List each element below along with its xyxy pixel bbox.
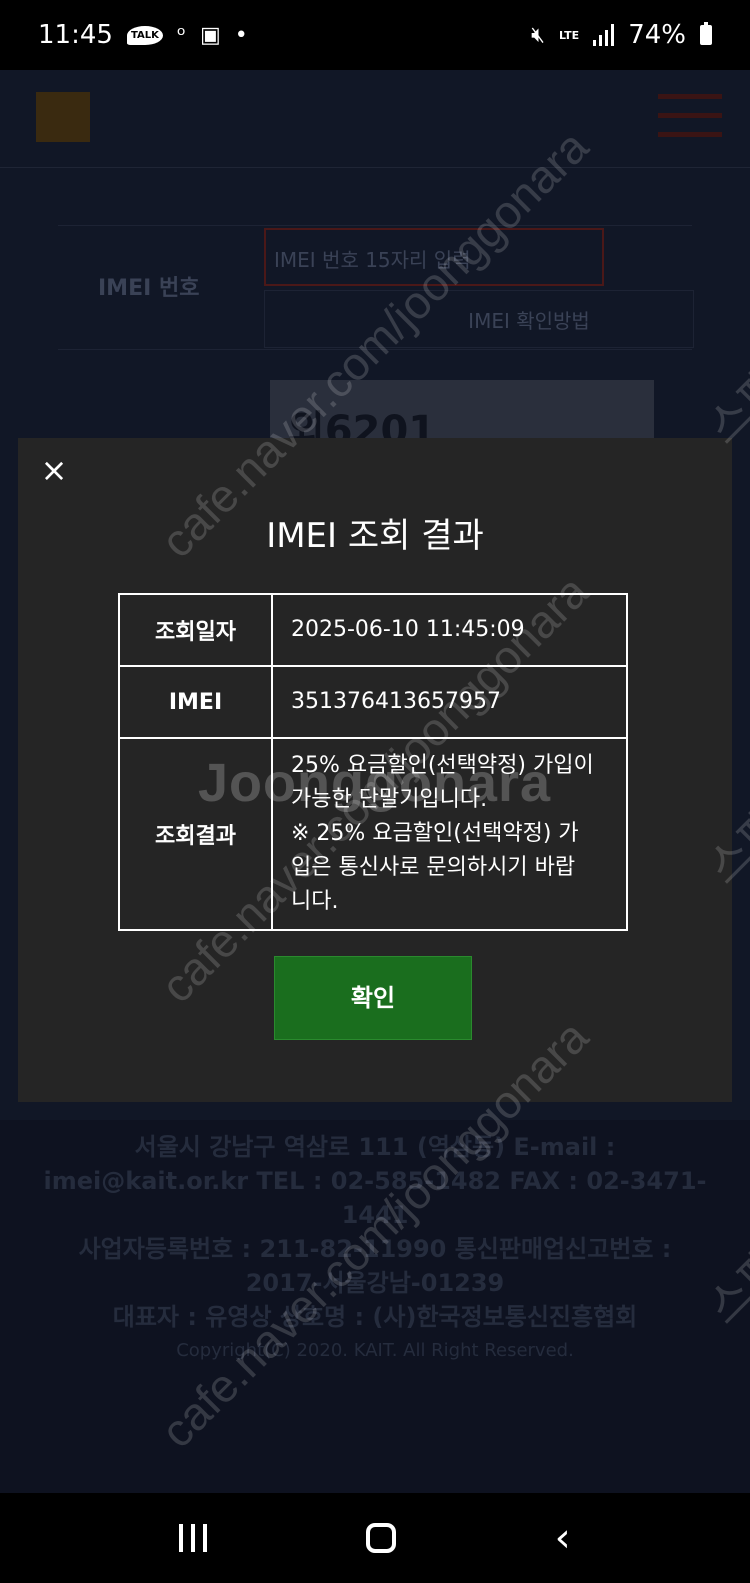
modal-title: IMEI 조회 결과	[266, 516, 484, 556]
status-right: 🔇︎ LTE 74%	[531, 20, 712, 50]
footer-contact: imei@kait.or.kr TEL : 02-585-1482 FAX : …	[43, 1167, 707, 1195]
row-key: 조회일자	[118, 593, 273, 667]
site-logo-icon	[36, 92, 90, 142]
back-icon[interactable]: ‹	[555, 1518, 571, 1558]
result-line: 입은 통신사로 문의하시기 바랍	[291, 855, 576, 880]
battery-percent: 74%	[628, 20, 686, 50]
footer-business-no: 사업자등록번호 : 211-82-11990 통신판매업신고번호 :	[78, 1235, 672, 1263]
imei-input: IMEI 번호 15자리 입력	[264, 228, 604, 286]
result-line: ※ 25% 요금할인(선택약정) 가	[291, 821, 579, 846]
result-line: 가능한 단말기입니다.	[291, 787, 488, 812]
imei-form-row: IMEI 번호 IMEI 번호 15자리 입력 IMEI 확인방법	[58, 225, 694, 350]
mute-icon: 🔇︎	[531, 22, 545, 48]
row-key: IMEI	[118, 665, 273, 739]
footer-copyright: Copyright(C) 2020. KAIT. All Right Reser…	[176, 1340, 574, 1361]
signal-icon	[593, 24, 615, 46]
result-line: 25% 요금할인(선택약정) 가입이	[291, 753, 594, 778]
imei-label: IMEI 번호	[98, 276, 200, 301]
close-icon[interactable]: ×	[36, 452, 72, 488]
result-line: 니다.	[291, 889, 339, 914]
hamburger-menu-icon	[658, 94, 722, 138]
screen: 11:45 TALK ᵒ ▣ • 🔇︎ LTE 74% IMEI 번호 IMEI…	[0, 0, 750, 1583]
row-value: 25% 요금할인(선택약정) 가입이 가능한 단말기입니다. ※ 25% 요금할…	[271, 737, 628, 931]
footer-sales-no: 2017-서울강남-01239	[245, 1269, 505, 1297]
footer-address: 서울시 강남구 역삼로 111 (역삼동) E-mail :	[134, 1133, 616, 1161]
imei-result-modal: × IMEI 조회 결과 조회일자 2025-06-10 11:45:09 IM…	[18, 438, 732, 1102]
lte-icon: LTE	[558, 28, 580, 42]
navigation-bar: ‹	[0, 1493, 750, 1583]
footer-fax-end: 1441	[341, 1201, 409, 1229]
status-left: 11:45 TALK ᵒ ▣ •	[38, 20, 248, 50]
row-value: 2025-06-10 11:45:09	[271, 593, 628, 667]
notification-icon: ᵒ	[176, 22, 186, 48]
recent-apps-icon[interactable]	[179, 1524, 208, 1552]
row-key: 조회결과	[118, 737, 273, 931]
status-bar: 11:45 TALK ᵒ ▣ • 🔇︎ LTE 74%	[0, 0, 750, 70]
imei-help-button: IMEI 확인방법	[264, 290, 694, 348]
row-value: 351376413657957	[271, 665, 628, 739]
kakaotalk-icon: TALK	[126, 25, 163, 45]
result-table: 조회일자 2025-06-10 11:45:09 IMEI 3513764136…	[118, 593, 628, 931]
table-row: 조회결과 25% 요금할인(선택약정) 가입이 가능한 단말기입니다. ※ 25…	[118, 737, 628, 931]
dot-icon: •	[234, 22, 248, 48]
confirm-button[interactable]: 확인	[274, 956, 472, 1040]
site-header	[0, 70, 750, 168]
table-row: 조회일자 2025-06-10 11:45:09	[118, 593, 628, 667]
site-footer: 서울시 강남구 역삼로 111 (역삼동) E-mail : imei@kait…	[0, 1120, 750, 1493]
status-time: 11:45	[38, 20, 113, 50]
footer-representative: 대표자 : 유영상 상호명 : (사)한국정보통신진흥협회	[112, 1303, 638, 1331]
table-row: IMEI 351376413657957	[118, 665, 628, 739]
gallery-icon: ▣	[199, 22, 221, 48]
background-banner: 외6201	[270, 380, 654, 440]
home-icon[interactable]	[365, 1523, 396, 1553]
battery-icon	[700, 22, 712, 45]
